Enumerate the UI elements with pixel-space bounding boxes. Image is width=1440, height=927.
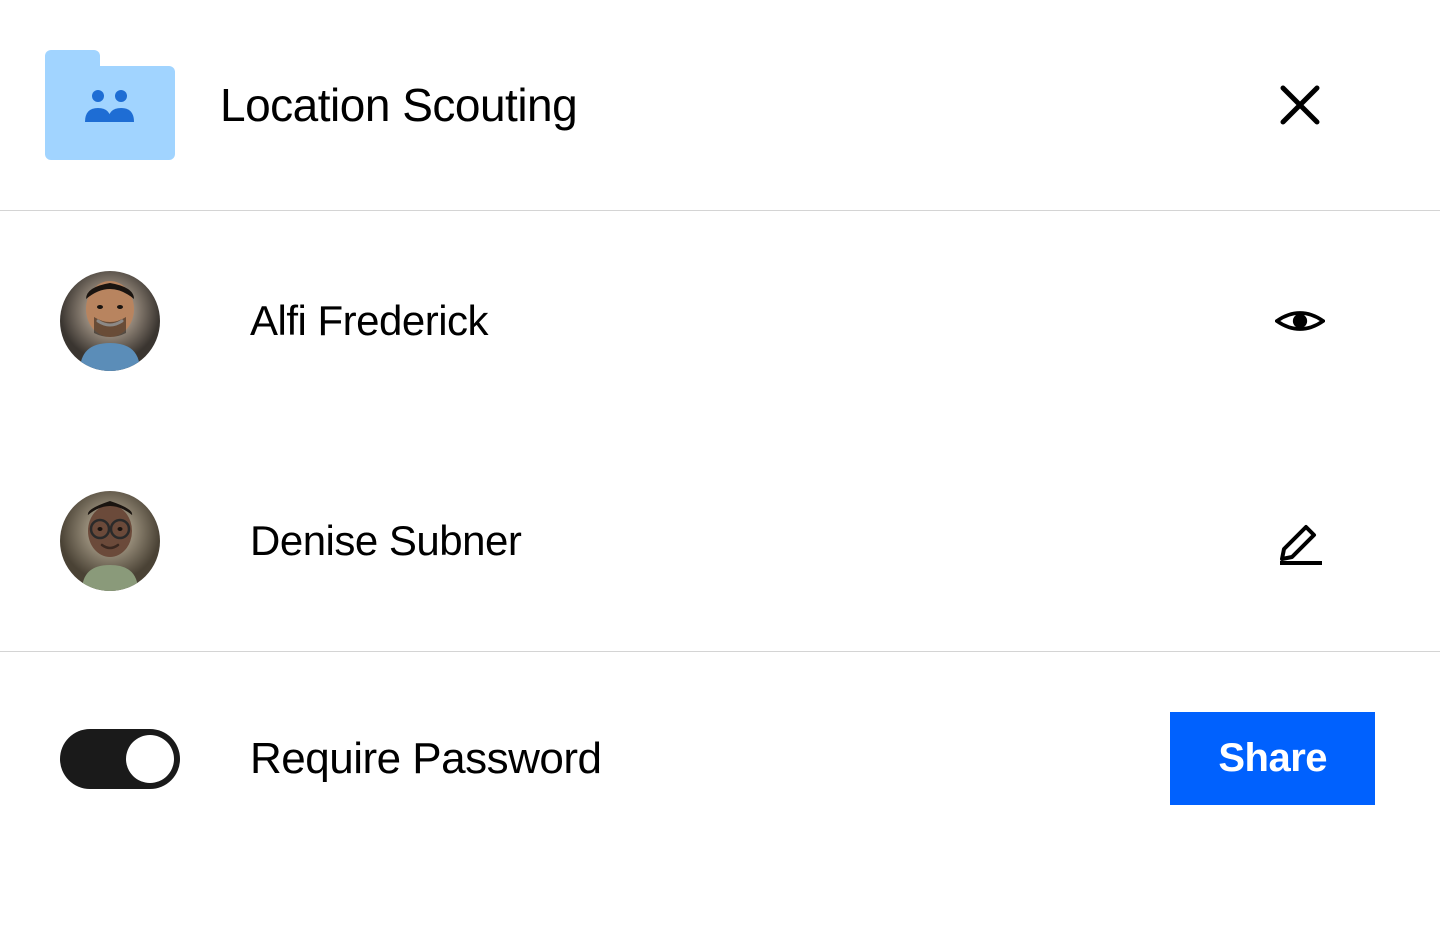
avatar	[60, 271, 160, 371]
avatar	[60, 491, 160, 591]
share-button[interactable]: Share	[1170, 712, 1375, 805]
permission-edit-button[interactable]	[1275, 516, 1325, 566]
person-row: Alfi Frederick	[0, 211, 1440, 431]
person-name: Denise Subner	[250, 517, 1275, 565]
dialog-header: Location Scouting	[0, 0, 1440, 211]
close-icon	[1279, 84, 1321, 126]
shared-folder-icon	[45, 50, 175, 160]
eye-icon	[1275, 303, 1325, 339]
permission-view-button[interactable]	[1275, 296, 1325, 346]
person-row: Denise Subner	[0, 431, 1440, 651]
toggle-knob	[126, 735, 174, 783]
edit-icon	[1276, 517, 1324, 565]
person-name: Alfi Frederick	[250, 297, 1275, 345]
dialog-footer: Require Password Share	[0, 652, 1440, 865]
require-password-toggle[interactable]	[60, 729, 180, 789]
close-button[interactable]	[1275, 80, 1325, 130]
dialog-title: Location Scouting	[220, 78, 1275, 132]
toggle-label: Require Password	[250, 734, 1170, 784]
people-list: Alfi Frederick	[0, 211, 1440, 652]
